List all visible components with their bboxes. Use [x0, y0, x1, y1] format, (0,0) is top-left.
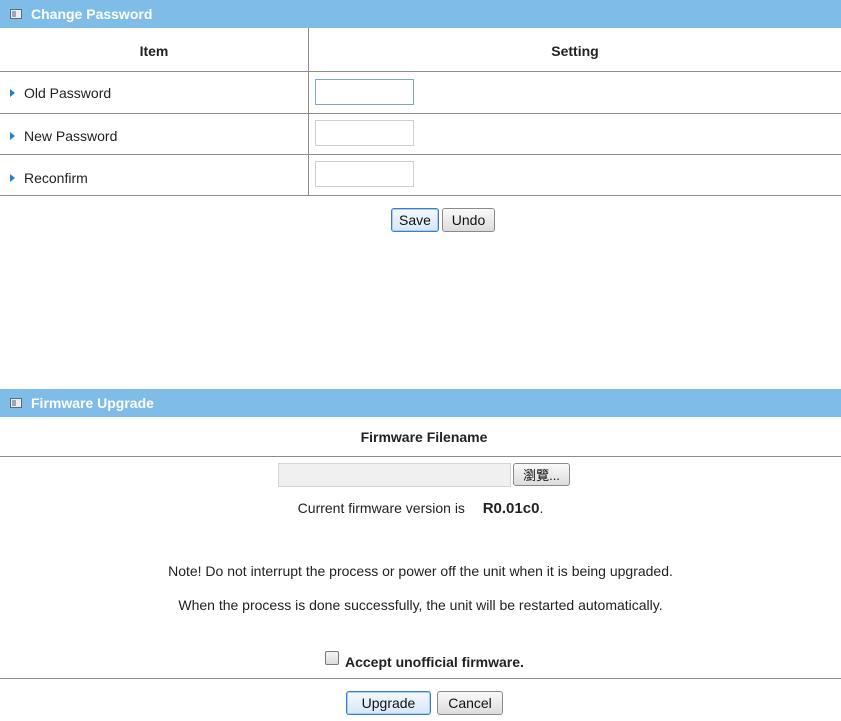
upgrade-button[interactable]: Upgrade: [346, 691, 431, 715]
divider: [0, 154, 841, 155]
accept-unofficial-checkbox[interactable]: [325, 651, 339, 665]
firmware-version-suffix: .: [539, 500, 544, 516]
upgrade-note: Note! Do not interrupt the process or po…: [168, 563, 673, 579]
arrow-right-icon: [10, 174, 15, 182]
undo-button[interactable]: Undo: [442, 208, 495, 232]
new-password-input[interactable]: [315, 120, 414, 146]
browse-button[interactable]: 瀏覽...: [513, 463, 570, 486]
firmware-upgrade-title: Firmware Upgrade: [31, 395, 154, 411]
panel-icon: [10, 9, 22, 19]
save-button[interactable]: Save: [391, 208, 439, 232]
reconfirm-input[interactable]: [315, 161, 414, 187]
panel-icon: [10, 398, 22, 408]
restart-note: When the process is done successfully, t…: [178, 597, 663, 613]
divider: [0, 195, 841, 196]
firmware-filename-header: Firmware Filename: [360, 429, 488, 445]
old-password-input[interactable]: [315, 79, 414, 105]
old-password-label: Old Password: [10, 84, 111, 102]
arrow-right-icon: [10, 132, 15, 140]
item-column-header: Item: [139, 43, 169, 59]
firmware-file-field[interactable]: [278, 463, 511, 487]
arrow-right-icon: [10, 89, 15, 97]
new-password-label: New Password: [10, 127, 117, 145]
divider: [0, 456, 841, 457]
divider: [0, 678, 841, 679]
firmware-version-line: Current firmware version is R0.01c0.: [0, 500, 841, 517]
setting-column-header: Setting: [551, 43, 599, 59]
change-password-title: Change Password: [31, 6, 153, 22]
firmware-upgrade-header: Firmware Upgrade: [0, 389, 841, 417]
firmware-version-value: R0.01c0: [482, 500, 540, 517]
reconfirm-label: Reconfirm: [10, 169, 88, 187]
divider: [0, 71, 841, 72]
change-password-header: Change Password: [0, 0, 841, 28]
accept-unofficial-label: Accept unofficial firmware.: [345, 654, 524, 670]
divider: [0, 113, 841, 114]
cancel-button[interactable]: Cancel: [437, 691, 503, 715]
firmware-version-prefix: Current firmware version is: [297, 500, 465, 516]
